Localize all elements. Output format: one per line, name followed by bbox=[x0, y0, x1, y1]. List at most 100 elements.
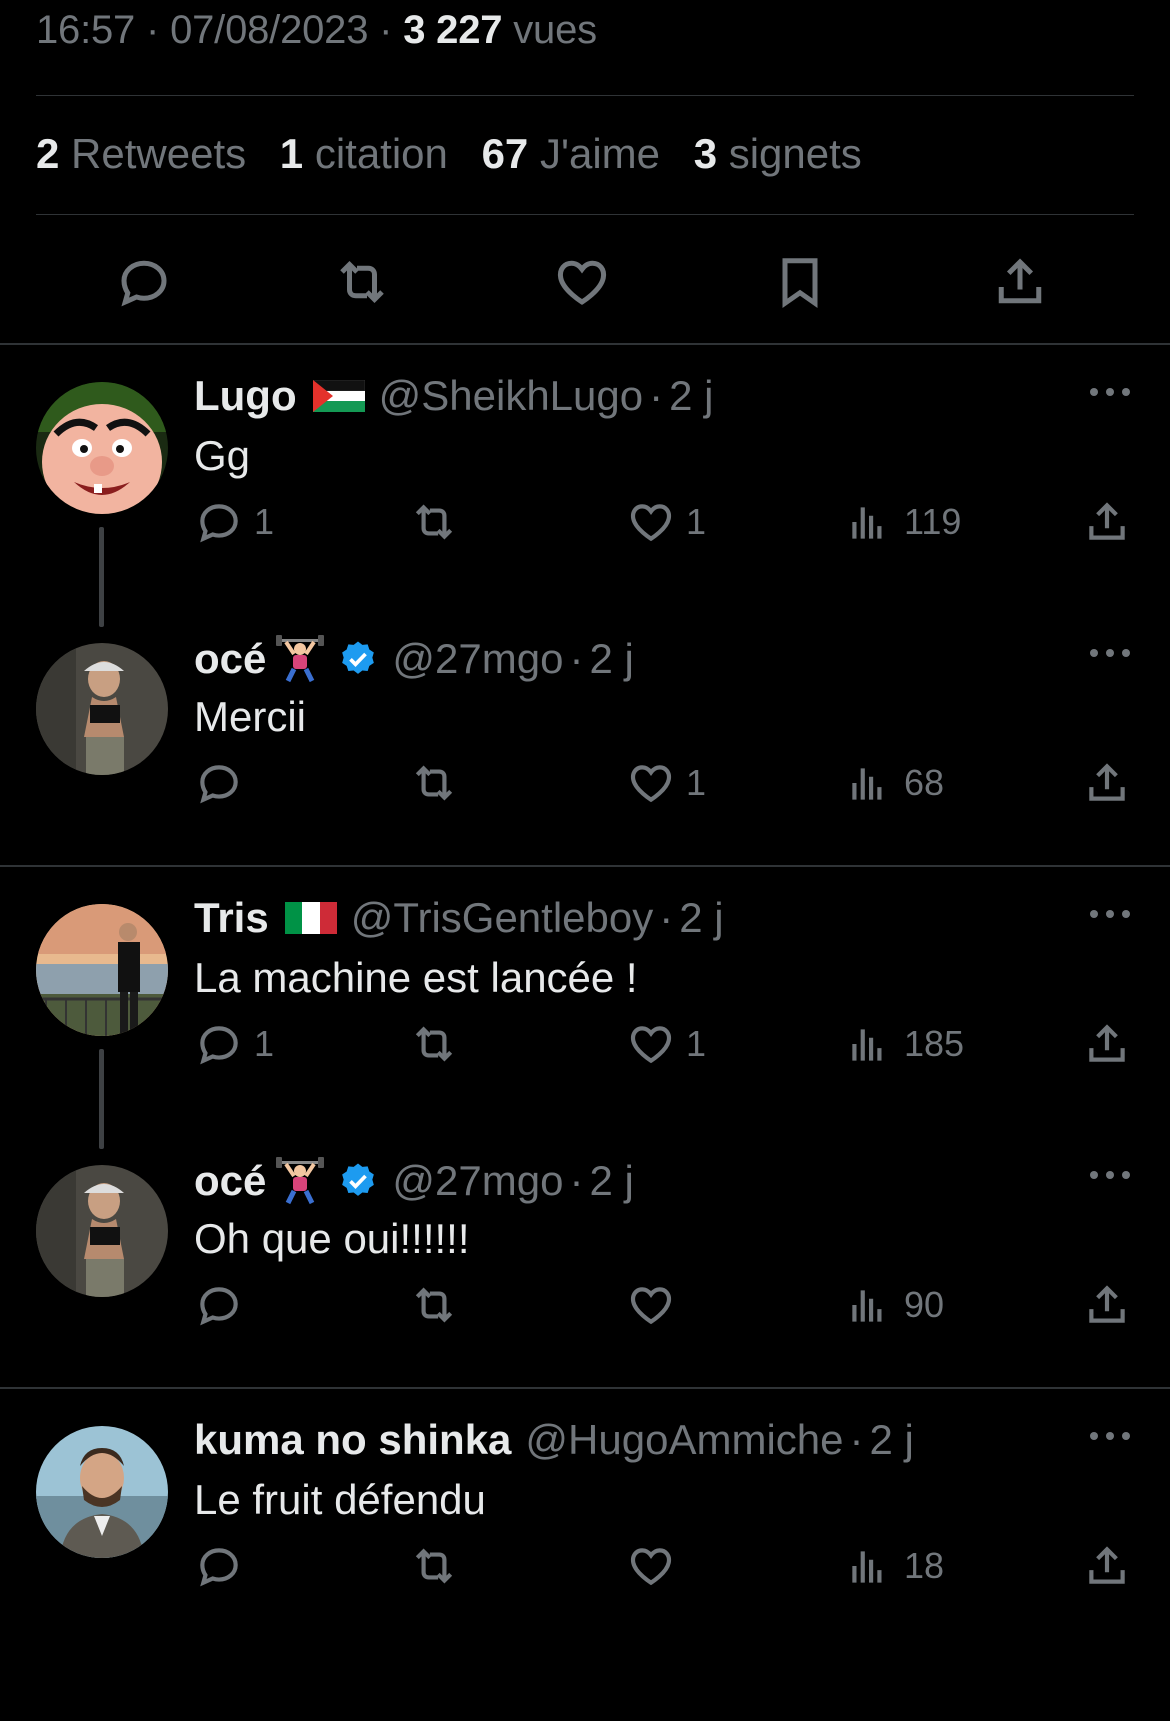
weightlifter-emoji-icon bbox=[276, 1157, 325, 1205]
views-label: vues bbox=[513, 8, 597, 52]
retweet-icon bbox=[415, 765, 453, 801]
reply-button[interactable] bbox=[194, 1275, 254, 1335]
verified-badge-icon bbox=[342, 641, 375, 674]
bookmark-icon bbox=[782, 258, 818, 309]
views-button[interactable]: 119 bbox=[844, 492, 961, 552]
display-name[interactable]: Tris bbox=[194, 894, 269, 942]
views-button[interactable]: 18 bbox=[844, 1536, 944, 1596]
reply-button[interactable] bbox=[112, 250, 176, 314]
reply-button[interactable]: 1 bbox=[194, 1014, 274, 1074]
avatar[interactable] bbox=[36, 643, 168, 775]
heart-icon bbox=[630, 1026, 672, 1064]
views-count: 18 bbox=[904, 1545, 945, 1586]
views-count: 68 bbox=[904, 762, 945, 803]
views-button[interactable]: 90 bbox=[844, 1275, 944, 1335]
reply-button[interactable] bbox=[194, 1536, 254, 1596]
divider bbox=[0, 1387, 1170, 1389]
reply-item[interactable]: Lugo @SheikhLugo · 2 j Gg 1 1 119 bbox=[0, 352, 1170, 627]
tweet-date: 07/08/2023 bbox=[170, 8, 369, 52]
reply-icon bbox=[121, 260, 167, 307]
views-count: 90 bbox=[904, 1284, 945, 1325]
more-options-icon[interactable] bbox=[1090, 649, 1130, 657]
share-button[interactable] bbox=[1082, 492, 1132, 552]
share-button[interactable] bbox=[1082, 1014, 1132, 1074]
avatar[interactable] bbox=[36, 382, 168, 514]
reply-icon bbox=[200, 1287, 238, 1326]
reply-age[interactable]: 2 j bbox=[589, 635, 633, 683]
views-button[interactable]: 68 bbox=[844, 753, 944, 813]
reply-button[interactable]: 1 bbox=[194, 492, 274, 552]
share-icon bbox=[1089, 1285, 1125, 1323]
retweet-icon bbox=[415, 1287, 453, 1323]
share-button[interactable] bbox=[988, 250, 1052, 314]
verified-badge-icon bbox=[342, 1163, 375, 1196]
reply-age[interactable]: 2 j bbox=[870, 1416, 914, 1464]
like-count: 1 bbox=[686, 501, 707, 542]
views-button[interactable]: 185 bbox=[844, 1014, 964, 1074]
reply-icon bbox=[200, 1026, 238, 1065]
share-button[interactable] bbox=[1082, 753, 1132, 813]
avatar[interactable] bbox=[36, 1165, 168, 1297]
quotes-stat[interactable]: 1 citation bbox=[280, 130, 448, 177]
share-icon bbox=[1089, 502, 1125, 540]
display-name[interactable]: océ bbox=[194, 1157, 266, 1205]
likes-stat[interactable]: 67 J'aime bbox=[482, 130, 660, 177]
analytics-icon bbox=[852, 1551, 882, 1583]
reply-item[interactable]: océ @27mgo · 2 j Mercii 1 68 bbox=[0, 613, 1170, 873]
reply-button[interactable] bbox=[194, 753, 254, 813]
display-name[interactable]: océ bbox=[194, 635, 266, 683]
like-button[interactable] bbox=[626, 1275, 686, 1335]
more-options-icon[interactable] bbox=[1090, 388, 1130, 396]
palestine-flag-icon bbox=[312, 380, 365, 412]
display-name[interactable]: kuma no shinka bbox=[194, 1416, 511, 1464]
retweet-button[interactable] bbox=[409, 753, 459, 813]
retweet-button[interactable] bbox=[409, 1275, 459, 1335]
reply-age[interactable]: 2 j bbox=[679, 894, 723, 942]
reply-text: Oh que oui!!!!!! bbox=[194, 1215, 470, 1262]
user-handle[interactable]: @27mgo bbox=[392, 1157, 563, 1205]
reply-icon bbox=[200, 765, 238, 804]
display-name[interactable]: Lugo bbox=[194, 372, 297, 420]
retweet-button[interactable] bbox=[409, 492, 459, 552]
like-button[interactable]: 1 bbox=[626, 753, 706, 813]
reply-text: Mercii bbox=[194, 693, 306, 740]
analytics-icon bbox=[852, 1290, 882, 1322]
reply-age[interactable]: 2 j bbox=[589, 1157, 633, 1205]
reply-text: La machine est lancée ! bbox=[194, 954, 638, 1001]
like-button[interactable]: 1 bbox=[626, 1014, 706, 1074]
like-count: 1 bbox=[686, 762, 707, 803]
share-button[interactable] bbox=[1082, 1536, 1132, 1596]
analytics-icon bbox=[852, 768, 882, 800]
retweet-button[interactable] bbox=[409, 1014, 459, 1074]
retweets-stat[interactable]: 2 Retweets bbox=[36, 130, 246, 177]
more-options-icon[interactable] bbox=[1090, 1432, 1130, 1440]
views-count: 185 bbox=[904, 1023, 965, 1064]
reply-item[interactable]: Tris @TrisGentleboy · 2 j La machine est… bbox=[0, 874, 1170, 1149]
user-handle[interactable]: @HugoAmmiche bbox=[525, 1416, 843, 1464]
user-handle[interactable]: @SheikhLugo bbox=[379, 372, 644, 420]
more-options-icon[interactable] bbox=[1090, 910, 1130, 918]
user-handle[interactable]: @TrisGentleboy bbox=[351, 894, 654, 942]
bookmarks-stat[interactable]: 3 signets bbox=[694, 130, 862, 177]
retweet-button[interactable] bbox=[330, 250, 394, 314]
reply-item[interactable]: kuma no shinka @HugoAmmiche · 2 j Le fru… bbox=[0, 1396, 1170, 1656]
user-handle[interactable]: @27mgo bbox=[392, 635, 563, 683]
retweet-button[interactable] bbox=[409, 1536, 459, 1596]
avatar[interactable] bbox=[36, 904, 168, 1036]
like-button[interactable]: 1 bbox=[626, 492, 706, 552]
reply-age[interactable]: 2 j bbox=[669, 372, 713, 420]
tweet-meta: 16:57 · 07/08/2023 · 3 227 vues bbox=[36, 8, 597, 52]
divider bbox=[0, 343, 1170, 345]
retweet-icon bbox=[415, 1026, 453, 1062]
retweet-icon bbox=[415, 1548, 453, 1584]
more-options-icon[interactable] bbox=[1090, 1171, 1130, 1179]
views-count: 119 bbox=[904, 501, 962, 542]
tweet-stats: 2 Retweets 1 citation 67 J'aime 3 signet… bbox=[36, 130, 884, 178]
avatar[interactable] bbox=[36, 1426, 168, 1558]
reply-item[interactable]: océ @27mgo · 2 j Oh que oui!!!!!! 90 bbox=[0, 1135, 1170, 1395]
like-button[interactable] bbox=[550, 250, 614, 314]
like-button[interactable] bbox=[626, 1536, 686, 1596]
reply-icon bbox=[200, 1548, 238, 1587]
bookmark-button[interactable] bbox=[768, 250, 832, 314]
share-button[interactable] bbox=[1082, 1275, 1132, 1335]
